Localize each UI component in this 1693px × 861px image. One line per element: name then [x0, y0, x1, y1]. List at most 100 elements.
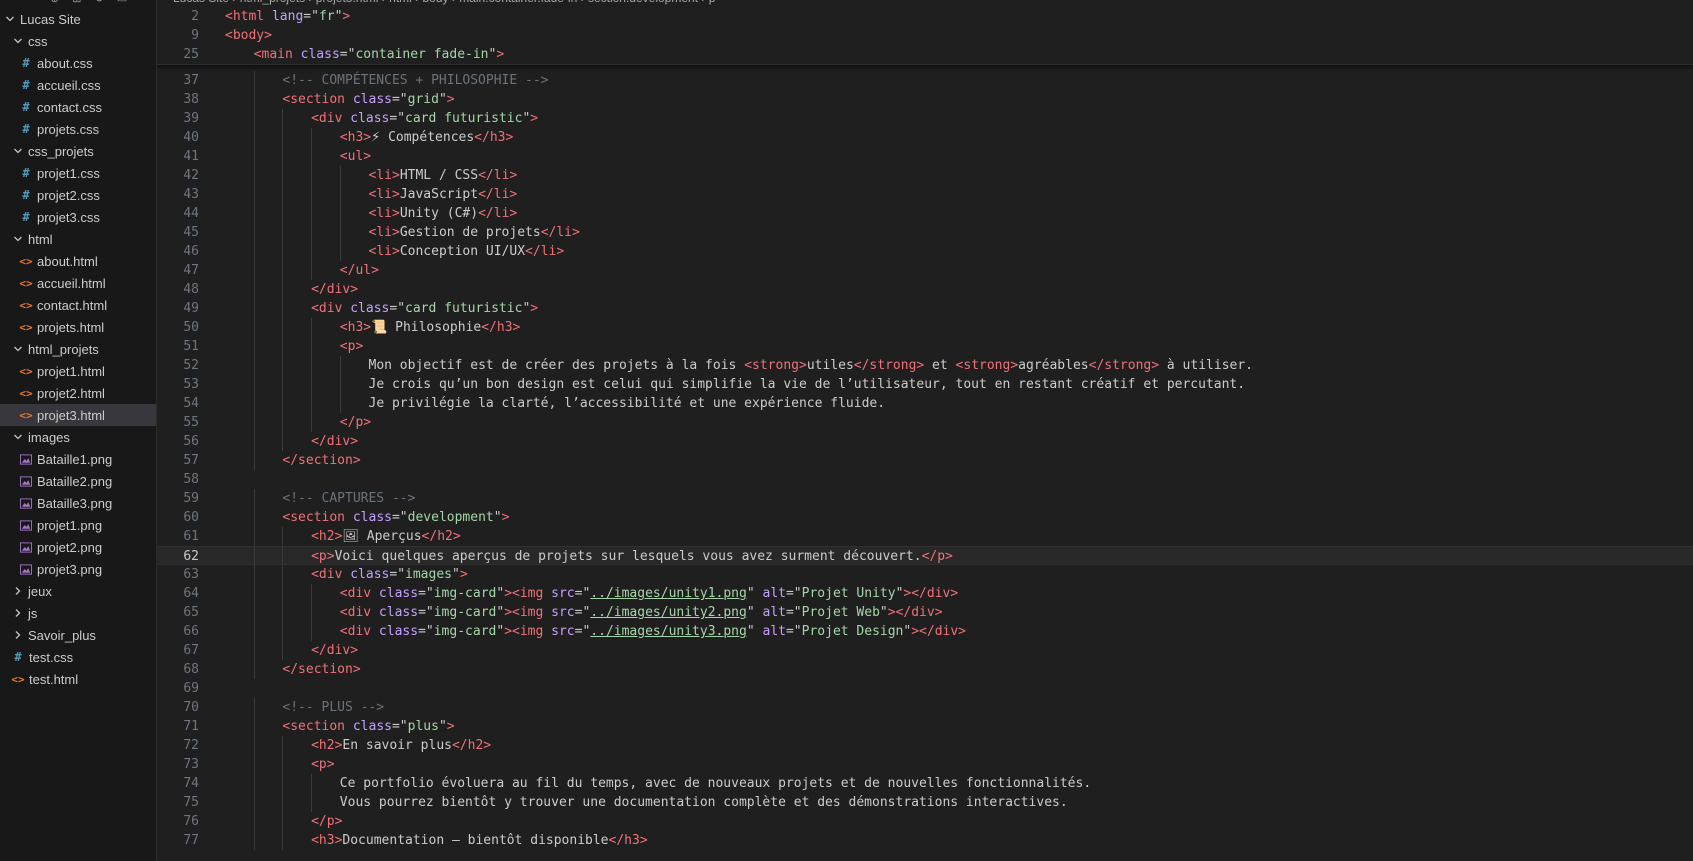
code-line[interactable]: 68 </section>	[157, 660, 1693, 679]
code-line[interactable]: 51 <p>	[157, 337, 1693, 356]
breadcrumb-item[interactable]: body	[422, 0, 448, 5]
code-line[interactable]: 58	[157, 470, 1693, 489]
file-item[interactable]: <> projet3.html	[0, 404, 156, 426]
folder-item[interactable]: html	[0, 228, 156, 250]
code-line[interactable]: 43 <li>JavaScript</li>	[157, 185, 1693, 204]
code-line[interactable]: 55 </p>	[157, 413, 1693, 432]
code-line[interactable]: 56 </div>	[157, 432, 1693, 451]
file-item[interactable]: # contact.css	[0, 96, 156, 118]
code-line[interactable]: 37 <!-- COMPÉTENCES + PHILOSOPHIE -->	[157, 71, 1693, 90]
code-line[interactable]: 57 </section>	[157, 451, 1693, 470]
breadcrumb-item[interactable]: html	[389, 0, 412, 5]
file-item[interactable]: projet1.png	[0, 514, 156, 536]
code-line[interactable]: 40 <h3>⚡ Compétences</h3>	[157, 128, 1693, 147]
folder-item[interactable]: Savoir_plus	[0, 624, 156, 646]
code-line[interactable]: 47 </ul>	[157, 261, 1693, 280]
code-line[interactable]: 9 <body>	[157, 26, 1693, 45]
file-item[interactable]: <> projets.html	[0, 316, 156, 338]
breadcrumb-item[interactable]: main.container.fade-in	[459, 0, 577, 5]
code-line[interactable]: 73 <p>	[157, 755, 1693, 774]
folder-item[interactable]: images	[0, 426, 156, 448]
code-line[interactable]: 45 <li>Gestion de projets</li>	[157, 223, 1693, 242]
code-line[interactable]: 66 <div class="img-card"><img src="../ima…	[157, 622, 1693, 641]
code-token: src	[543, 586, 575, 601]
file-item[interactable]: # projet1.css	[0, 162, 156, 184]
file-item[interactable]: # projet2.css	[0, 184, 156, 206]
file-item[interactable]: <> accueil.html	[0, 272, 156, 294]
file-item[interactable]: # accueil.css	[0, 74, 156, 96]
code-line[interactable]: 60 <section class="development">	[157, 508, 1693, 527]
explorer-toolbar-icons[interactable]: ⊕ ⊞ ↻ ▭	[50, 0, 132, 6]
breadcrumb-item[interactable]: section.development	[588, 0, 698, 5]
code-text: </section>	[225, 451, 360, 470]
file-item[interactable]: <> about.html	[0, 250, 156, 272]
folder-item[interactable]: Lucas Site	[0, 8, 156, 30]
folder-item[interactable]: jeux	[0, 580, 156, 602]
breadcrumb-item[interactable]: p	[709, 0, 716, 5]
file-item[interactable]: # test.css	[0, 646, 156, 668]
code-line[interactable]: 74 Ce portfolio évoluera au fil du temps,…	[157, 774, 1693, 793]
code-line[interactable]: 69	[157, 679, 1693, 698]
code-line[interactable]: 52 Mon objectif est de créer des projets …	[157, 356, 1693, 375]
code-line[interactable]: 25 <main class="container fade-in">	[157, 45, 1693, 64]
code-lines[interactable]: 3637<!-- COMPÉTENCES + PHILOSOPHIE -->38…	[157, 52, 1693, 850]
code-line[interactable]: 64 <div class="img-card"><img src="../ima…	[157, 584, 1693, 603]
file-item[interactable]: <> projet1.html	[0, 360, 156, 382]
code-line[interactable]: 39 <div class="card futuristic">	[157, 109, 1693, 128]
file-item[interactable]: projet3.png	[0, 558, 156, 580]
file-item[interactable]: # projet3.css	[0, 206, 156, 228]
code-line[interactable]: 38 <section class="grid">	[157, 90, 1693, 109]
code-line[interactable]: 72 <h2>En savoir plus</h2>	[157, 736, 1693, 755]
code-line[interactable]: 76 </p>	[157, 812, 1693, 831]
code-line[interactable]: 49 <div class="card futuristic">	[157, 299, 1693, 318]
code-line[interactable]: 48 </div>	[157, 280, 1693, 299]
code-token: >	[501, 510, 510, 525]
file-item[interactable]: Bataille3.png	[0, 492, 156, 514]
code-line[interactable]: 53 Je crois qu’un bon design est celui qu…	[157, 375, 1693, 394]
code-line[interactable]: 54 Je privilégie la clarté, l’accessibili…	[157, 394, 1693, 413]
folder-item[interactable]: js	[0, 602, 156, 624]
code-line[interactable]: 41 <ul>	[157, 147, 1693, 166]
code-line[interactable]: 70 <!-- PLUS -->	[157, 698, 1693, 717]
folder-item[interactable]: css_projets	[0, 140, 156, 162]
code-line[interactable]: 65 <div class="img-card"><img src="../ima…	[157, 603, 1693, 622]
code-token: JavaScript	[399, 187, 479, 202]
breadcrumb-item[interactable]: projet3.html	[316, 0, 379, 5]
code-line[interactable]: 77 <h3>Documentation – bientôt disponible…	[157, 831, 1693, 850]
code-token: card futuristic	[405, 301, 523, 316]
breadcrumb-item[interactable]: Lucas Site	[173, 0, 229, 5]
code-line[interactable]: 50 <h3>📜 Philosophie</h3>	[157, 318, 1693, 337]
folder-item[interactable]: css	[0, 30, 156, 52]
code-text: <h3>⚡ Compétences</h3>	[225, 128, 514, 147]
code-token: </li>	[478, 206, 518, 221]
folder-item[interactable]: html_projets	[0, 338, 156, 360]
code-line[interactable]: 71 <section class="plus">	[157, 717, 1693, 736]
file-item[interactable]: <> projet2.html	[0, 382, 156, 404]
file-item[interactable]: # about.css	[0, 52, 156, 74]
file-item[interactable]: projet2.png	[0, 536, 156, 558]
code-line[interactable]: 63 <div class="images">	[157, 565, 1693, 584]
breadcrumb[interactable]: Lucas Site › html_projets › projet3.html…	[173, 0, 715, 5]
code-token: En savoir plus	[342, 738, 452, 753]
code-line[interactable]: 42 <li>HTML / CSS</li>	[157, 166, 1693, 185]
file-item[interactable]: Bataille2.png	[0, 470, 156, 492]
code-line[interactable]: 61 <h2>🖼 Aperçus</h2>	[157, 527, 1693, 546]
code-line[interactable]: 62 <p>Voici quelques aperçus de projets s…	[157, 546, 1693, 565]
code-line[interactable]: 44 <li>Unity (C#)</li>	[157, 204, 1693, 223]
line-number: 77	[183, 833, 199, 848]
file-item[interactable]: <> test.html	[0, 668, 156, 690]
code-token: <strong>	[955, 358, 1019, 373]
code-line[interactable]: 2 <html lang="fr">	[157, 7, 1693, 26]
sticky-scroll-header[interactable]: 2 <html lang="fr"> 9 <body> 25 <main class="c…	[157, 7, 1693, 65]
breadcrumb-item[interactable]: html_projets	[240, 0, 305, 5]
code-token: >	[530, 301, 539, 316]
code-line[interactable]: 59 <!-- CAPTURES -->	[157, 489, 1693, 508]
file-item[interactable]: <> contact.html	[0, 294, 156, 316]
code-line[interactable]: 46 <li>Conception UI/UX</li>	[157, 242, 1693, 261]
code-line[interactable]: 67 </div>	[157, 641, 1693, 660]
tree-item-label: contact.css	[37, 99, 103, 115]
file-item[interactable]: # projets.css	[0, 118, 156, 140]
file-item[interactable]: Bataille1.png	[0, 448, 156, 470]
code-line[interactable]: 75 Vous pourrez bientôt y trouver une doc…	[157, 793, 1693, 812]
code-editor[interactable]: Lucas Site › html_projets › projet3.html…	[157, 0, 1693, 861]
